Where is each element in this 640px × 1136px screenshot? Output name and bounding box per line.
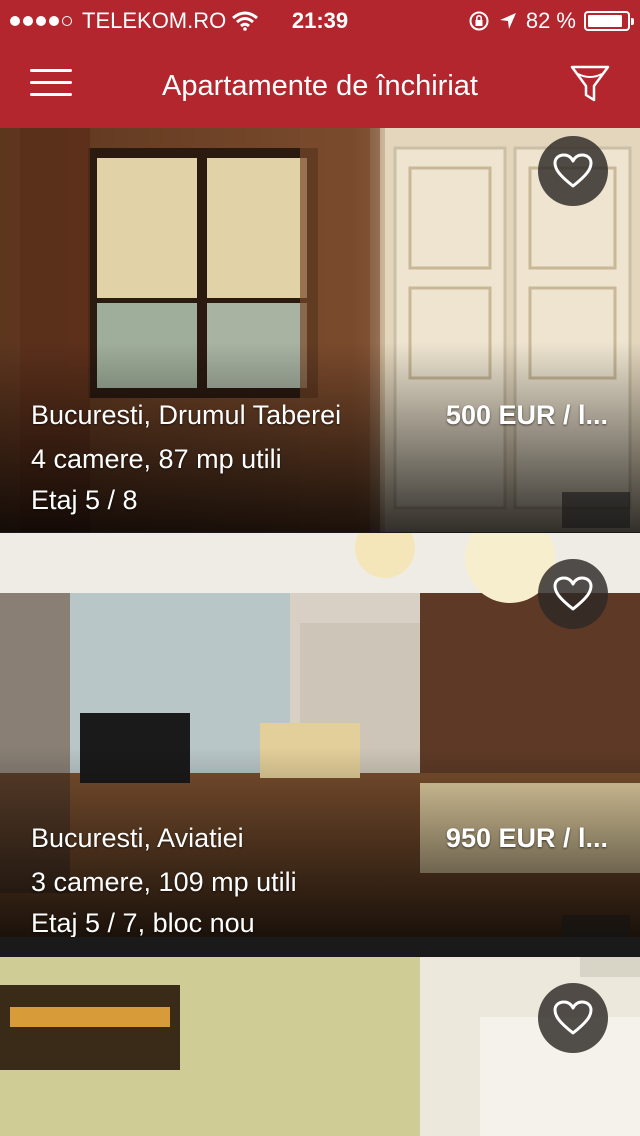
battery-icon [584, 11, 634, 31]
listing-card[interactable]: Bucuresti, Aviatiei 950 EUR / l... 3 cam… [0, 533, 640, 937]
listing-price: 500 EUR / l... [445, 400, 608, 430]
listing-floor: Etaj 5 / 7, bloc nou [31, 908, 255, 937]
page-title: Apartamente de închiriat [162, 70, 478, 102]
status-bar: TELEKOM.RO 21:39 82 % [0, 0, 640, 40]
location-arrow-icon [499, 13, 516, 29]
nav-bar: Apartamente de închiriat [0, 40, 640, 128]
orientation-lock-icon [469, 11, 489, 31]
favorite-button[interactable] [538, 136, 608, 206]
favorite-button[interactable] [538, 983, 608, 1053]
agency-logo [562, 915, 630, 937]
heart-outline-icon [553, 1000, 593, 1035]
app-header: TELEKOM.RO 21:39 82 % Apartamente de înc… [0, 0, 640, 128]
listing-list[interactable]: Bucuresti, Drumul Taberei 500 EUR / l...… [0, 128, 640, 1136]
listing-floor: Etaj 5 / 8 [31, 485, 138, 515]
filter-button[interactable] [568, 62, 612, 106]
listing-details: 3 camere, 109 mp utili [31, 867, 297, 897]
listing-card[interactable] [0, 957, 640, 1136]
listing-photo [0, 957, 640, 1136]
battery-percent: 82 % [525, 8, 576, 33]
status-right: 82 % [468, 8, 634, 34]
listing-details: 4 camere, 87 mp utili [31, 444, 282, 474]
favorite-button[interactable] [538, 559, 608, 629]
filter-funnel-icon [570, 65, 610, 102]
listing-location: Bucuresti, Drumul Taberei [31, 400, 342, 430]
agency-logo [562, 492, 630, 528]
listing-location: Bucuresti, Aviatiei [31, 823, 244, 853]
listing-card[interactable]: Bucuresti, Drumul Taberei 500 EUR / l...… [0, 128, 640, 532]
heart-outline-icon [553, 576, 593, 611]
heart-outline-icon [553, 153, 593, 188]
listing-price: 950 EUR / l... [445, 823, 608, 853]
